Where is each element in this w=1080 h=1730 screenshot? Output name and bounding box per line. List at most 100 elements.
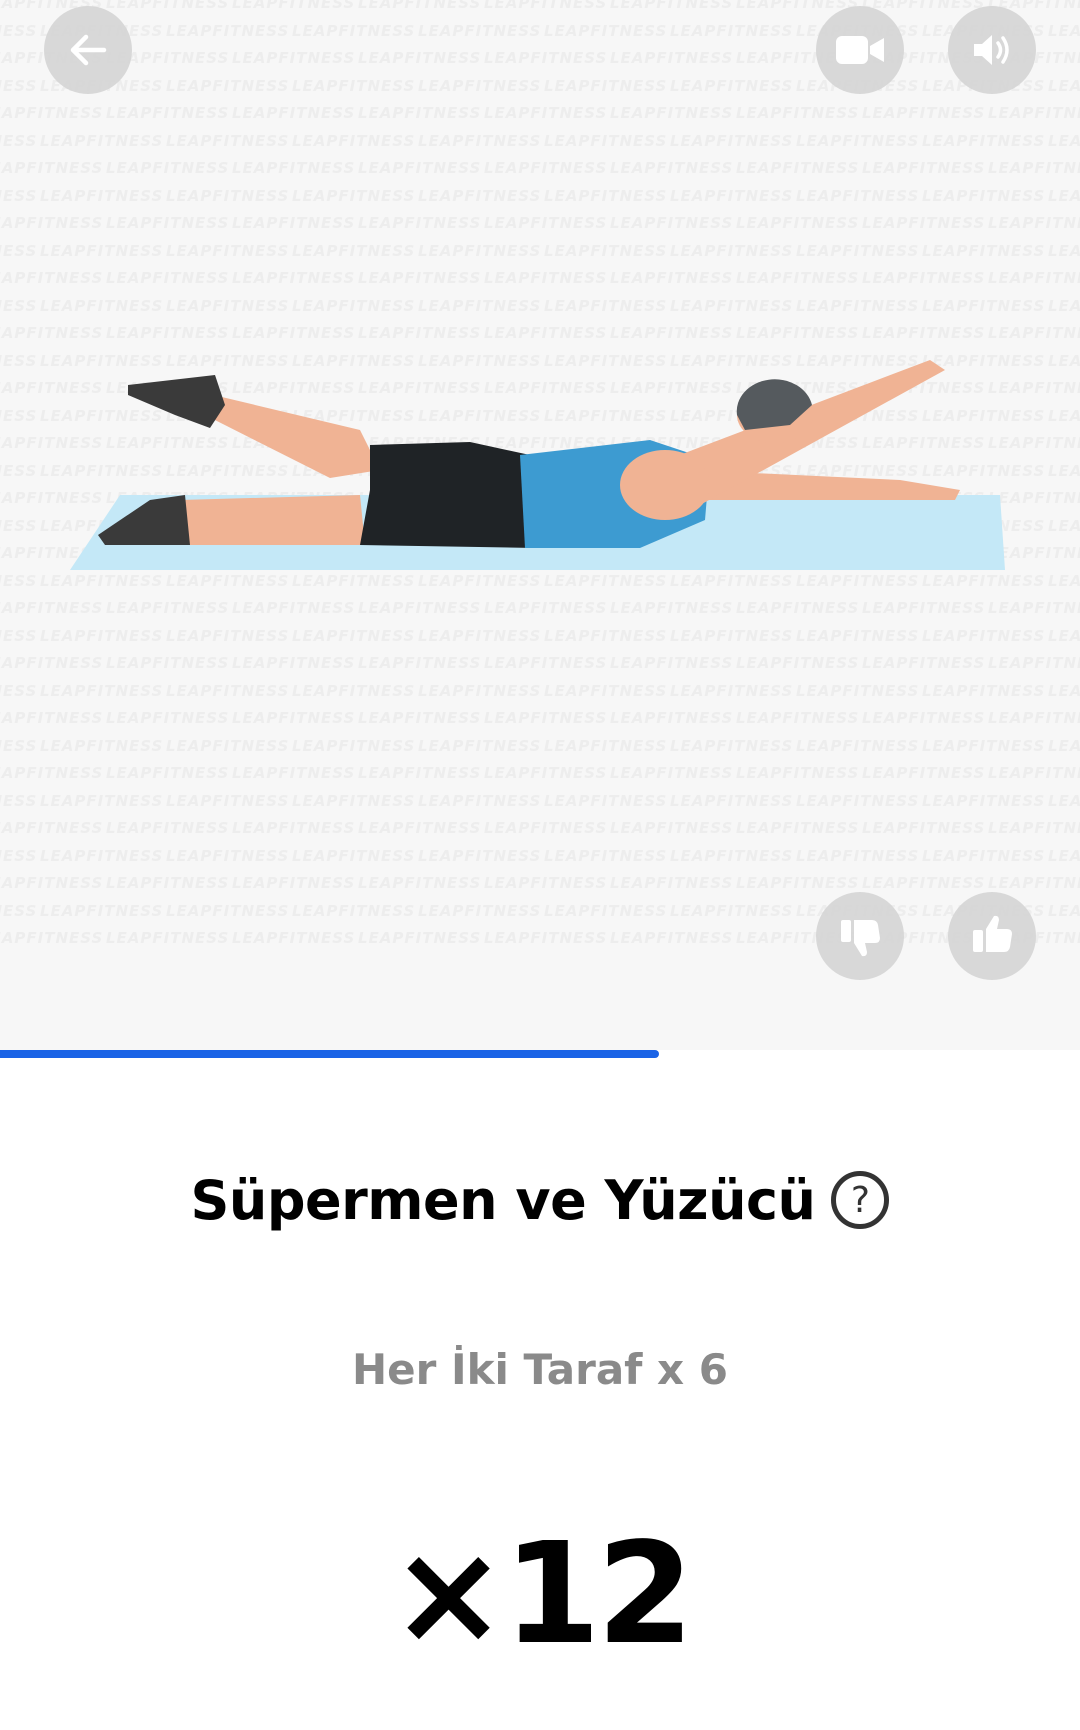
watermark-text: LEAPFITNESS: [736, 104, 860, 122]
watermark-text: LEAPFITNESS: [796, 241, 920, 260]
watermark-text: LEAPFITNESS: [670, 846, 794, 865]
repetition-count: ×12: [389, 1513, 694, 1676]
watermark-text: LEAPFITNESS: [544, 846, 668, 865]
watermark-text: LEAPFITNESS: [670, 241, 794, 260]
watermark-text: LEAPFITNESS: [544, 626, 668, 645]
watermark-text: LEAPFITNESS: [736, 654, 860, 672]
watermark-text: LEAPFITNESS: [0, 21, 38, 40]
watermark-text: LEAPFITNESS: [1048, 901, 1080, 920]
watermark-text: LEAPFITNESS: [166, 21, 290, 40]
watermark-text: LEAPFITNESS: [40, 736, 164, 755]
watermark-text: LEAPFITNESS: [484, 49, 608, 67]
watermark-text: LEAPFITNESS: [484, 0, 608, 12]
watermark-text: LEAPFITNESS: [988, 764, 1080, 782]
help-button[interactable]: ?: [831, 1171, 890, 1229]
video-button[interactable]: [816, 6, 904, 94]
watermark-text: LEAPFITNESS: [610, 0, 734, 12]
back-button[interactable]: [44, 6, 132, 94]
watermark-text: LEAPFITNESS: [232, 709, 356, 727]
watermark-text: LEAPFITNESS: [166, 901, 290, 920]
watermark-text: LEAPFITNESS: [610, 929, 734, 947]
watermark-text: LEAPFITNESS: [292, 846, 416, 865]
watermark-text: LEAPFITNESS: [106, 654, 230, 672]
watermark-text: LEAPFITNESS: [418, 296, 542, 315]
watermark-text: LEAPFITNESS: [988, 214, 1080, 232]
watermark-text: LEAPFITNESS: [418, 736, 542, 755]
watermark-text: LEAPFITNESS: [292, 241, 416, 260]
watermark-text: LEAPFITNESS: [1048, 21, 1080, 40]
watermark-text: LEAPFITNESS: [40, 846, 164, 865]
watermark-text: LEAPFITNESS: [922, 186, 1046, 205]
watermark-text: LEAPFITNESS: [796, 846, 920, 865]
watermark-text: LEAPFITNESS: [232, 49, 356, 67]
watermark-text: LEAPFITNESS: [40, 186, 164, 205]
watermark-text: LEAPFITNESS: [0, 929, 104, 947]
watermark-text: LEAPFITNESS: [292, 21, 416, 40]
watermark-text: LEAPFITNESS: [484, 269, 608, 287]
watermark-text: LEAPFITNESS: [544, 296, 668, 315]
exercise-detail: Her İki Taraf x 6: [351, 1345, 728, 1394]
watermark-text: LEAPFITNESS: [1048, 626, 1080, 645]
like-button[interactable]: [948, 892, 1036, 980]
watermark-text: LEAPFITNESS: [40, 791, 164, 810]
exercise-progress-fill: [0, 1050, 659, 1058]
watermark-text: LEAPFITNESS: [0, 626, 38, 645]
watermark-text: LEAPFITNESS: [484, 104, 608, 122]
watermark-text: LEAPFITNESS: [292, 791, 416, 810]
watermark-text: LEAPFITNESS: [358, 104, 482, 122]
watermark-text: LEAPFITNESS: [922, 791, 1046, 810]
watermark-text: LEAPFITNESS: [166, 681, 290, 700]
speaker-volume-icon: [974, 35, 1009, 65]
thumbs-down-icon: [841, 920, 880, 957]
watermark-text: LEAPFITNESS: [610, 874, 734, 892]
watermark-text: LEAPFITNESS: [0, 764, 104, 782]
watermark-text: LEAPFITNESS: [988, 269, 1080, 287]
watermark-text: LEAPFITNESS: [232, 874, 356, 892]
watermark-text: LEAPFITNESS: [484, 599, 608, 617]
watermark-text: LEAPFITNESS: [40, 681, 164, 700]
watermark-text: LEAPFITNESS: [862, 874, 986, 892]
watermark-text: LEAPFITNESS: [670, 791, 794, 810]
watermark-text: LEAPFITNESS: [166, 626, 290, 645]
watermark-text: LEAPFITNESS: [1048, 186, 1080, 205]
watermark-text: LEAPFITNESS: [292, 186, 416, 205]
watermark-text: LEAPFITNESS: [166, 76, 290, 95]
watermark-text: LEAPFITNESS: [232, 819, 356, 837]
watermark-text: LEAPFITNESS: [736, 599, 860, 617]
watermark-text: LEAPFITNESS: [610, 709, 734, 727]
watermark-text: LEAPFITNESS: [232, 159, 356, 177]
watermark-text: LEAPFITNESS: [988, 104, 1080, 122]
watermark-text: LEAPFITNESS: [166, 791, 290, 810]
watermark-text: LEAPFITNESS: [358, 214, 482, 232]
watermark-text: LEAPFITNESS: [0, 654, 104, 672]
watermark-text: LEAPFITNESS: [610, 49, 734, 67]
sound-button[interactable]: [948, 6, 1036, 94]
watermark-text: LEAPFITNESS: [0, 709, 104, 727]
watermark-text: LEAPFITNESS: [106, 104, 230, 122]
watermark-text: LEAPFITNESS: [232, 104, 356, 122]
watermark-text: LEAPFITNESS: [988, 819, 1080, 837]
watermark-text: LEAPFITNESS: [166, 131, 290, 150]
watermark-text: LEAPFITNESS: [418, 131, 542, 150]
watermark-text: LEAPFITNESS: [106, 819, 230, 837]
watermark-text: LEAPFITNESS: [484, 819, 608, 837]
watermark-text: LEAPFITNESS: [736, 709, 860, 727]
watermark-text: LEAPFITNESS: [40, 901, 164, 920]
watermark-text: LEAPFITNESS: [922, 681, 1046, 700]
watermark-text: LEAPFITNESS: [0, 131, 38, 150]
watermark-text: LEAPFITNESS: [922, 846, 1046, 865]
dislike-button[interactable]: [816, 892, 904, 980]
watermark-text: LEAPFITNESS: [484, 764, 608, 782]
watermark-text: LEAPFITNESS: [292, 736, 416, 755]
watermark-text: LEAPFITNESS: [544, 131, 668, 150]
watermark-text: LEAPFITNESS: [418, 186, 542, 205]
watermark-text: LEAPFITNESS: [736, 764, 860, 782]
watermark-text: LEAPFITNESS: [292, 901, 416, 920]
watermark-text: LEAPFITNESS: [358, 874, 482, 892]
watermark-text: LEAPFITNESS: [796, 681, 920, 700]
watermark-text: LEAPFITNESS: [862, 819, 986, 837]
watermark-text: LEAPFITNESS: [358, 709, 482, 727]
watermark-text: LEAPFITNESS: [418, 626, 542, 645]
watermark-text: LEAPFITNESS: [40, 626, 164, 645]
watermark-text: LEAPFITNESS: [106, 764, 230, 782]
